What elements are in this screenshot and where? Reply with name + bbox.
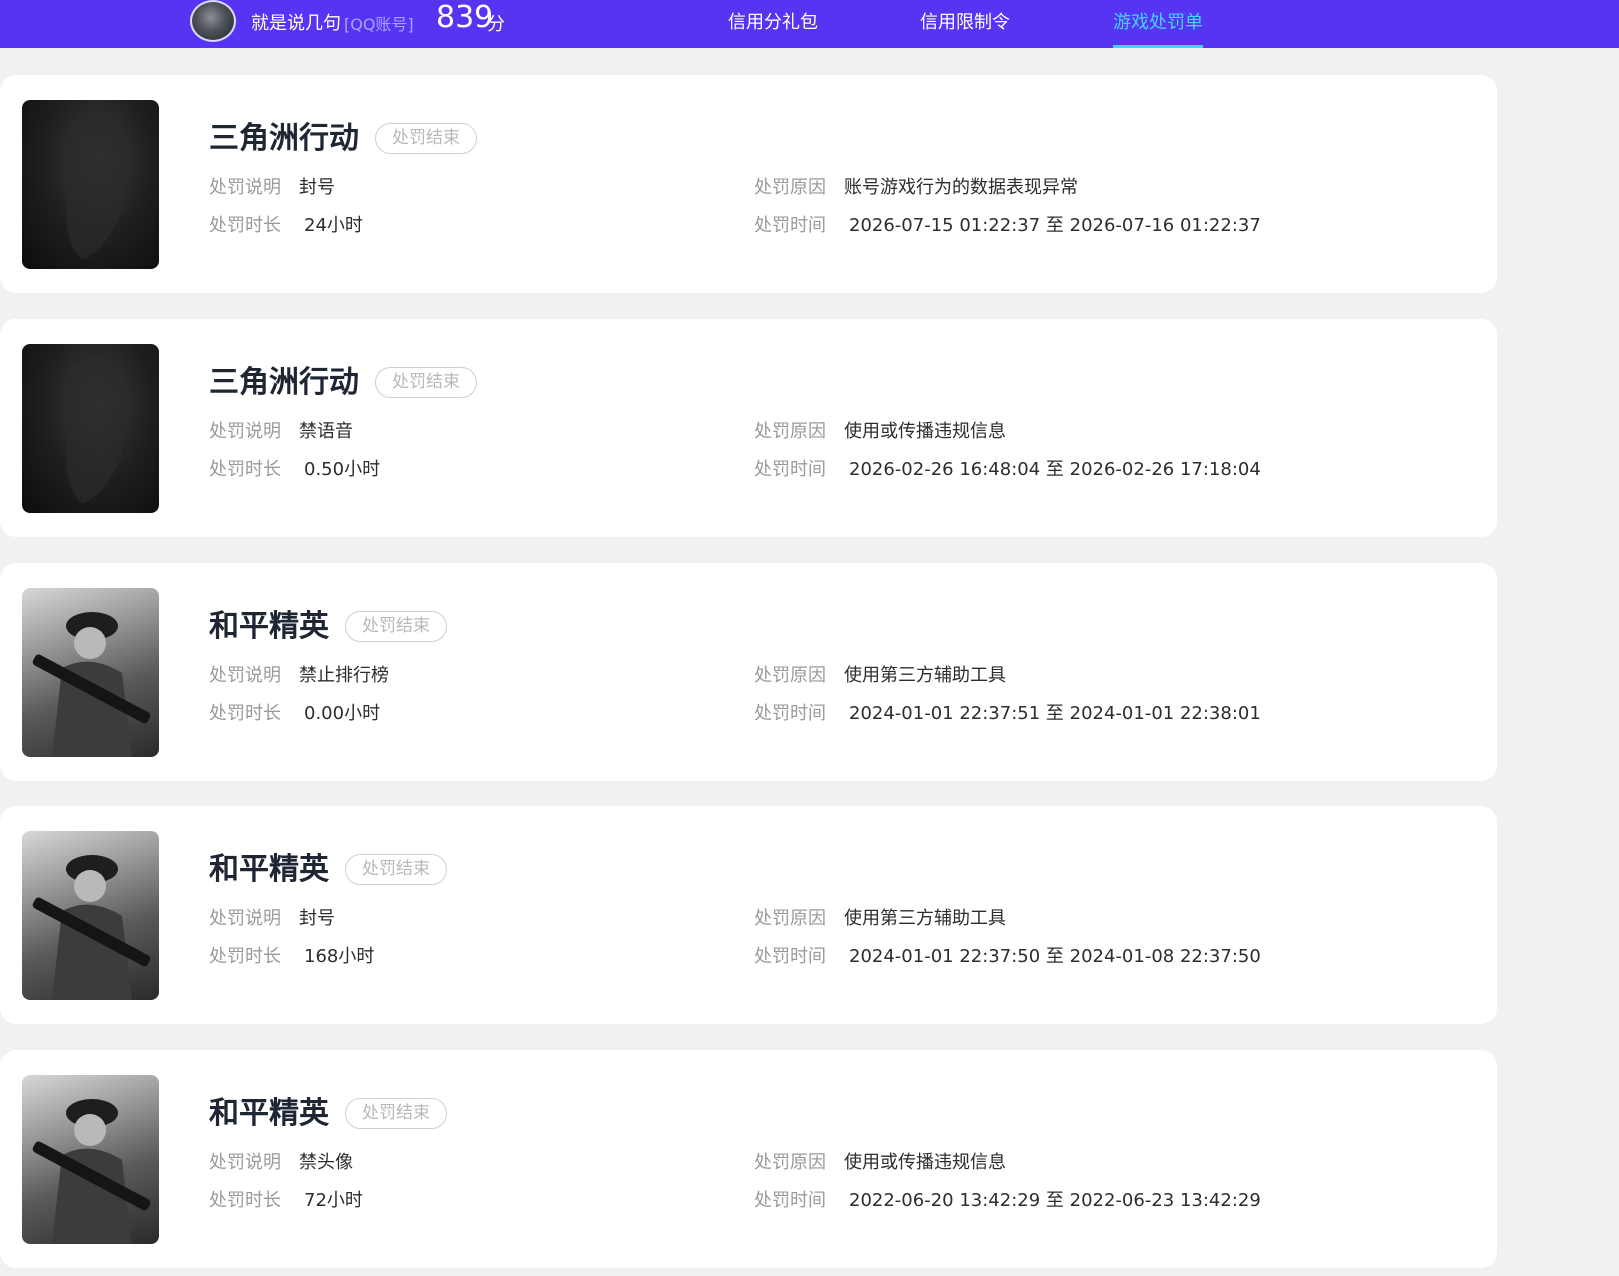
reason-value: 使用或传播违规信息 [844,1152,1006,1173]
tab-credit-restriction[interactable]: 信用限制令 [920,8,1010,34]
description-value: 禁语音 [299,421,353,442]
reason-label: 处罚原因 [754,177,826,198]
description-value: 禁头像 [299,1152,353,1173]
time-value: 2026-07-15 01:22:37 至 2026-07-16 01:22:3… [849,215,1261,236]
description-value: 封号 [299,908,335,929]
time-value: 2024-01-01 22:37:50 至 2024-01-08 22:37:5… [849,946,1261,967]
game-thumbnail [22,344,159,513]
game-thumbnail [22,100,159,269]
game-thumbnail [22,831,159,1000]
time-label: 处罚时间 [754,946,826,967]
duration-label: 处罚时长 [209,703,281,724]
status-badge: 处罚结束 [345,854,447,885]
description-value: 禁止排行榜 [299,665,389,686]
penalty-card: 三角洲行动 处罚结束 处罚说明 禁语音 处罚时长 0.50小时 处罚原因 使用或… [0,319,1497,537]
time-value: 2022-06-20 13:42:29 至 2022-06-23 13:42:2… [849,1190,1261,1211]
reason-value: 使用第三方辅助工具 [844,908,1006,929]
active-tab-underline [1113,45,1203,48]
duration-value: 24小时 [304,215,363,236]
game-title: 和平精英 [209,609,329,644]
duration-label: 处罚时长 [209,215,281,236]
reason-value: 使用第三方辅助工具 [844,665,1006,686]
time-label: 处罚时间 [754,1190,826,1211]
reason-value: 账号游戏行为的数据表现异常 [844,177,1078,198]
duration-value: 0.00小时 [304,703,381,724]
description-label: 处罚说明 [209,665,281,686]
penalty-card: 和平精英 处罚结束 处罚说明 禁头像 处罚时长 72小时 处罚原因 使用或传播违… [0,1050,1497,1268]
credit-score: 839 [436,0,494,35]
time-value: 2024-01-01 22:37:51 至 2024-01-01 22:38:0… [849,703,1261,724]
game-thumbnail [22,1075,159,1244]
game-thumbnail [22,588,159,757]
game-title: 三角洲行动 [209,365,359,400]
time-value: 2026-02-26 16:48:04 至 2026-02-26 17:18:0… [849,459,1261,480]
reason-value: 使用或传播违规信息 [844,421,1006,442]
account-type: [QQ账号] [344,15,414,34]
reason-label: 处罚原因 [754,421,826,442]
top-bar: 就是说几句 [QQ账号] 839 分 信用分礼包 信用限制令 游戏处罚单 [0,0,1619,48]
status-badge: 处罚结束 [345,611,447,642]
tab-credit-gift[interactable]: 信用分礼包 [728,8,818,34]
status-badge: 处罚结束 [375,123,477,154]
duration-value: 0.50小时 [304,459,381,480]
penalty-card: 三角洲行动 处罚结束 处罚说明 封号 处罚时长 24小时 处罚原因 账号游戏行为… [0,75,1497,293]
duration-label: 处罚时长 [209,459,281,480]
game-title: 三角洲行动 [209,121,359,156]
username: 就是说几句 [251,13,341,34]
description-label: 处罚说明 [209,421,281,442]
description-value: 封号 [299,177,335,198]
penalty-card: 和平精英 处罚结束 处罚说明 禁止排行榜 处罚时长 0.00小时 处罚原因 使用… [0,563,1497,781]
status-badge: 处罚结束 [345,1098,447,1129]
time-label: 处罚时间 [754,459,826,480]
reason-label: 处罚原因 [754,1152,826,1173]
penalty-card: 和平精英 处罚结束 处罚说明 封号 处罚时长 168小时 处罚原因 使用第三方辅… [0,806,1497,1024]
time-label: 处罚时间 [754,215,826,236]
reason-label: 处罚原因 [754,665,826,686]
time-label: 处罚时间 [754,703,826,724]
description-label: 处罚说明 [209,1152,281,1173]
avatar[interactable] [190,0,236,42]
description-label: 处罚说明 [209,177,281,198]
credit-score-unit: 分 [487,14,505,35]
tab-game-penalty[interactable]: 游戏处罚单 [1113,8,1203,34]
game-title: 和平精英 [209,852,329,887]
duration-value: 72小时 [304,1190,363,1211]
duration-label: 处罚时长 [209,946,281,967]
reason-label: 处罚原因 [754,908,826,929]
game-title: 和平精英 [209,1096,329,1131]
status-badge: 处罚结束 [375,367,477,398]
duration-value: 168小时 [304,946,375,967]
duration-label: 处罚时长 [209,1190,281,1211]
description-label: 处罚说明 [209,908,281,929]
